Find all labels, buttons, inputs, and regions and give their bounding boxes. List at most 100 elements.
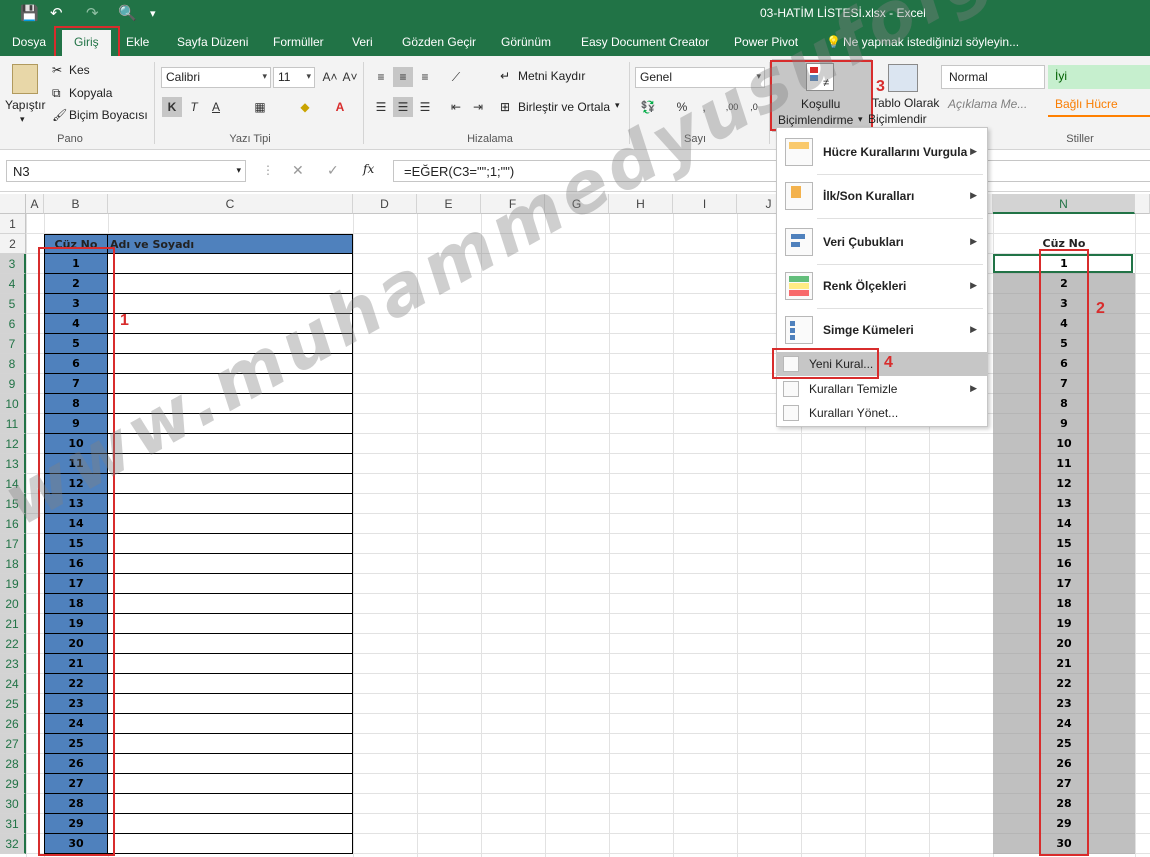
confirm-icon[interactable]: ✓	[327, 162, 339, 179]
row-header[interactable]: 9	[0, 374, 26, 394]
row-header[interactable]: 12	[0, 434, 26, 454]
tab-insert[interactable]: Ekle	[126, 35, 149, 49]
orientation-icon[interactable]: ⟋	[446, 67, 466, 87]
cancel-icon[interactable]: ✕	[292, 162, 304, 179]
style-normal[interactable]: Normal	[941, 65, 1045, 89]
comma-style-icon[interactable]: ,	[694, 97, 714, 117]
paste-icon[interactable]	[12, 64, 38, 94]
row-header[interactable]: 23	[0, 654, 26, 674]
row-header[interactable]: 31	[0, 814, 26, 834]
column-header-b[interactable]: B	[44, 194, 108, 214]
style-explanation[interactable]: Açıklama Me...	[941, 93, 1045, 117]
merge-center-button[interactable]: Birleştir ve Ortala	[518, 100, 610, 114]
align-top-icon[interactable]: ≡	[371, 67, 391, 87]
table-row-name[interactable]	[108, 274, 353, 294]
increase-indent-icon[interactable]: ⇥	[468, 97, 488, 117]
cut-button[interactable]: Kes	[69, 63, 90, 77]
table-row-name[interactable]	[108, 414, 353, 434]
row-header[interactable]: 30	[0, 794, 26, 814]
table-row-name[interactable]	[108, 334, 353, 354]
align-right-icon[interactable]: ☰	[415, 97, 435, 117]
table-row-name[interactable]	[108, 754, 353, 774]
tab-data[interactable]: Veri	[352, 35, 373, 49]
paste-button[interactable]: Yapıştır	[5, 98, 45, 112]
table-row-name[interactable]	[108, 594, 353, 614]
align-center-icon[interactable]: ☰	[393, 97, 413, 117]
tab-easy-document-creator[interactable]: Easy Document Creator	[581, 35, 709, 49]
table-row-name[interactable]	[108, 374, 353, 394]
underline-button[interactable]: A	[206, 97, 226, 117]
tab-formulas[interactable]: Formüller	[273, 35, 324, 49]
row-header[interactable]: 26	[0, 714, 26, 734]
table-row-name[interactable]	[108, 354, 353, 374]
name-box[interactable]: N3 ▾	[6, 160, 246, 182]
column-header-h[interactable]: H	[609, 194, 673, 214]
menu-item-clear-rules[interactable]: Kuralları Temizle ▶	[777, 378, 987, 400]
row-header[interactable]: 25	[0, 694, 26, 714]
column-header-c[interactable]: C	[108, 194, 353, 214]
row-header[interactable]: 1	[0, 214, 26, 234]
row-header[interactable]: 11	[0, 414, 26, 434]
table-row-name[interactable]	[108, 434, 353, 454]
number-format-combo[interactable]: Genel ▾	[635, 67, 765, 88]
row-header[interactable]: 17	[0, 534, 26, 554]
menu-item-highlight-rules[interactable]: Hücre Kurallarını Vurgula ▶	[777, 136, 987, 170]
row-header[interactable]: 10	[0, 394, 26, 414]
menu-item-icon-sets[interactable]: Simge Kümeleri ▶	[777, 314, 987, 348]
bold-button[interactable]: K	[162, 97, 182, 117]
table-row-name[interactable]	[108, 534, 353, 554]
column-header-a[interactable]: A	[26, 194, 44, 214]
row-header[interactable]: 14	[0, 474, 26, 494]
tab-view[interactable]: Görünüm	[501, 35, 551, 49]
font-size-combo[interactable]: 11 ▾	[273, 67, 315, 88]
column-header-o[interactable]	[1135, 194, 1150, 214]
format-painter-button[interactable]: Biçim Boyacısı	[69, 108, 148, 122]
table-row-name[interactable]	[108, 674, 353, 694]
wrap-text-button[interactable]: Metni Kaydır	[518, 69, 585, 83]
table-row-name[interactable]	[108, 494, 353, 514]
fill-color-icon[interactable]: ◆	[295, 97, 315, 117]
table-row-name[interactable]	[108, 294, 353, 314]
table-row-name[interactable]	[108, 254, 353, 274]
align-middle-icon[interactable]: ≡	[393, 67, 413, 87]
tab-page-layout[interactable]: Sayfa Düzeni	[177, 35, 248, 49]
column-header-i[interactable]: I	[673, 194, 737, 214]
table-row-name[interactable]	[108, 734, 353, 754]
table-row-name[interactable]	[108, 614, 353, 634]
copy-button[interactable]: Kopyala	[69, 86, 112, 100]
column-header-n[interactable]: N	[993, 194, 1135, 214]
align-left-icon[interactable]: ☰	[371, 97, 391, 117]
row-header[interactable]: 24	[0, 674, 26, 694]
insert-function-icon[interactable]: fx	[363, 162, 374, 176]
table-row-name[interactable]	[108, 574, 353, 594]
row-header[interactable]: 22	[0, 634, 26, 654]
table-row-name[interactable]	[108, 634, 353, 654]
table-row-name[interactable]	[108, 794, 353, 814]
table-row-name[interactable]	[108, 834, 353, 854]
table-row-name[interactable]	[108, 394, 353, 414]
formula-input[interactable]: =EĞER(C3="";1;"")	[393, 160, 1150, 182]
format-as-table-button[interactable]: Tablo Olarak	[872, 96, 939, 110]
column-header-e[interactable]: E	[417, 194, 481, 214]
italic-button[interactable]: T	[184, 97, 204, 117]
style-good[interactable]: İyi	[1048, 65, 1150, 89]
table-row-name[interactable]	[108, 654, 353, 674]
decrease-indent-icon[interactable]: ⇤	[446, 97, 466, 117]
column-header-g[interactable]: G	[545, 194, 609, 214]
style-linked-cell[interactable]: Bağlı Hücre	[1048, 93, 1150, 117]
row-header[interactable]: 8	[0, 354, 26, 374]
chevron-down-icon[interactable]: ▾	[20, 114, 25, 125]
row-header[interactable]: 13	[0, 454, 26, 474]
tab-power-pivot[interactable]: Power Pivot	[734, 35, 798, 49]
table-row-name[interactable]	[108, 454, 353, 474]
row-header[interactable]: 15	[0, 494, 26, 514]
align-bottom-icon[interactable]: ≡	[415, 67, 435, 87]
select-all-corner[interactable]	[0, 194, 26, 214]
row-header[interactable]: 20	[0, 594, 26, 614]
font-color-icon[interactable]: A	[330, 97, 350, 117]
table-row-name[interactable]	[108, 714, 353, 734]
row-header[interactable]: 27	[0, 734, 26, 754]
table-row-name[interactable]	[108, 814, 353, 834]
increase-decimal-icon[interactable]: ,00	[722, 97, 742, 117]
menu-item-manage-rules[interactable]: Kuralları Yönet...	[777, 402, 987, 424]
